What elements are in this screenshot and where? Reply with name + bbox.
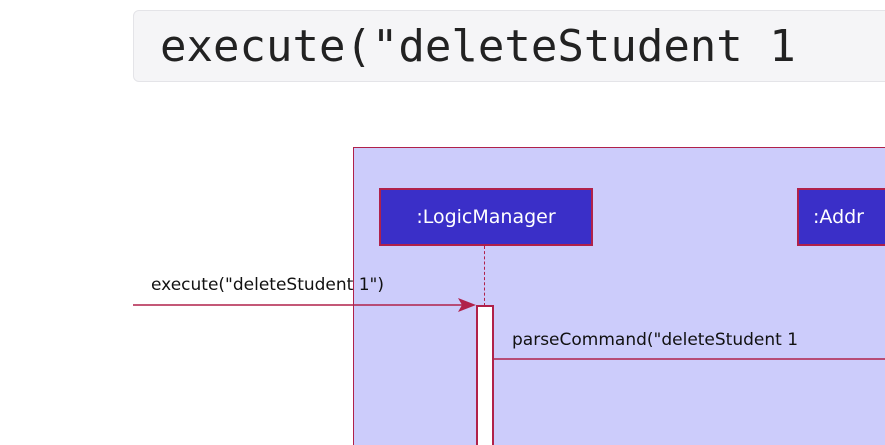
code-snippet-text: execute("deleteStudent 1: [160, 21, 796, 72]
activation-bar-logic-manager: [476, 305, 494, 445]
participant-address-book-parser: :Addr: [797, 188, 885, 246]
lifeline-logic-manager: [484, 246, 485, 306]
participant-logic-manager: :LogicManager: [379, 188, 593, 246]
execute-message-label: execute("deleteStudent 1"): [151, 275, 385, 295]
parse-command-message-label: parseCommand("deleteStudent 1: [512, 330, 799, 350]
code-snippet-box: execute("deleteStudent 1: [133, 10, 885, 82]
diagram-screenshot: execute("deleteStudent 1 :LogicManager :…: [0, 0, 885, 445]
